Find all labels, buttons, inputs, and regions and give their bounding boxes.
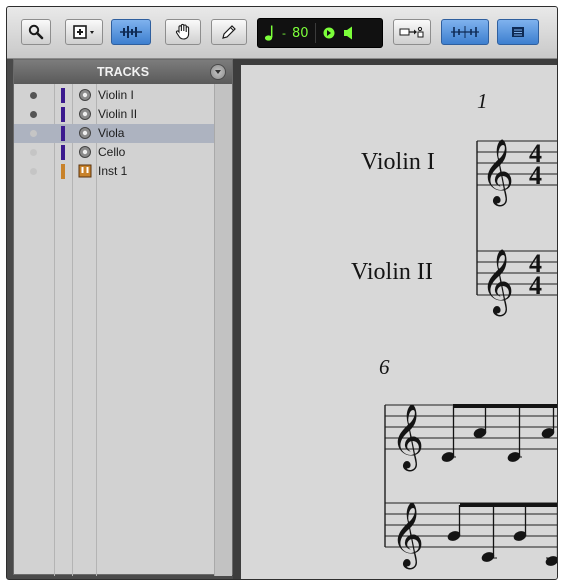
time-signature-bottom: 4 xyxy=(529,161,542,190)
time-signature-bottom: 4 xyxy=(529,271,542,300)
grid-icon xyxy=(451,26,479,38)
track-list-scrollbar[interactable] xyxy=(214,84,232,576)
tracks-menu-icon[interactable] xyxy=(210,64,226,80)
midi-link-button[interactable] xyxy=(393,19,431,45)
treble-clef: 𝄞 xyxy=(391,502,424,569)
tracks-panel: TRACKS Violin I Violin II Viola Cello In… xyxy=(13,59,233,576)
track-active-dot[interactable] xyxy=(30,168,37,175)
track-color-bar xyxy=(61,88,65,103)
audio-track-icon xyxy=(79,108,91,120)
track-color-bar xyxy=(61,164,65,179)
track-active-dot[interactable] xyxy=(30,111,37,118)
track-list: Violin I Violin II Viola Cello Inst 1 xyxy=(14,84,232,576)
trim-tool-button[interactable] xyxy=(111,19,151,45)
metronome-icon[interactable] xyxy=(322,26,336,40)
track-active-dot[interactable] xyxy=(30,130,37,137)
grabber-tool-button[interactable] xyxy=(165,19,201,45)
track-row-selected[interactable]: Viola xyxy=(14,124,214,143)
speaker-icon[interactable] xyxy=(342,25,356,41)
toolbar: - 80 xyxy=(7,7,557,59)
tempo-counter[interactable]: - 80 xyxy=(257,18,383,48)
grid-button[interactable] xyxy=(441,19,489,45)
track-active-dot[interactable] xyxy=(30,92,37,99)
treble-clef: 𝄞 xyxy=(481,249,514,316)
instrument-track-icon xyxy=(78,164,92,178)
list-icon xyxy=(512,27,524,37)
score-editor-window: - 80 TRACKS Violin I Violin II Viola Cel… xyxy=(6,6,558,580)
eighth-note-group-upper xyxy=(441,404,557,462)
audio-track-icon xyxy=(79,127,91,139)
track-row[interactable]: Cello xyxy=(14,143,214,162)
score-page[interactable]: 1 Violin I Violin II 6 𝄞 𝄞 4 4 4 4 𝄞 𝄞 xyxy=(241,65,557,579)
counter-divider xyxy=(314,23,316,43)
waveform-icon xyxy=(120,26,142,38)
select-plus-icon xyxy=(73,25,94,39)
audio-track-icon xyxy=(79,146,91,158)
zoom-tool-button[interactable] xyxy=(21,19,51,45)
track-row[interactable]: Inst 1 xyxy=(14,162,214,181)
hand-icon xyxy=(175,23,190,40)
track-color-bar xyxy=(61,145,65,160)
track-name: Cello xyxy=(98,145,126,159)
magnifier-icon xyxy=(28,24,44,40)
treble-clef: 𝄞 xyxy=(481,139,514,206)
pencil-tool-button[interactable] xyxy=(211,19,247,45)
midi-link-icon xyxy=(399,26,424,38)
track-color-bar xyxy=(61,126,65,141)
treble-clef: 𝄞 xyxy=(391,404,424,471)
track-name: Viola xyxy=(98,126,125,140)
track-row[interactable]: Violin I xyxy=(14,86,214,105)
tracks-header: TRACKS xyxy=(14,60,232,84)
audio-track-icon xyxy=(79,89,91,101)
track-active-dot[interactable] xyxy=(30,149,37,156)
track-color-bar xyxy=(61,107,65,122)
selection-tool-button[interactable] xyxy=(65,19,103,45)
track-name: Violin I xyxy=(98,88,134,102)
quarter-note-icon xyxy=(264,25,273,41)
tracks-title: TRACKS xyxy=(96,65,150,79)
track-name: Inst 1 xyxy=(98,164,128,178)
tempo-value: 80 xyxy=(291,25,309,41)
track-name: Violin II xyxy=(98,107,138,121)
track-row[interactable]: Violin II xyxy=(14,105,214,124)
tempo-separator: - xyxy=(282,26,286,40)
notation-canvas: 𝄞 𝄞 4 4 4 4 𝄞 𝄞 xyxy=(384,139,557,569)
view-menu-button[interactable] xyxy=(497,19,539,45)
pencil-icon xyxy=(222,25,236,39)
